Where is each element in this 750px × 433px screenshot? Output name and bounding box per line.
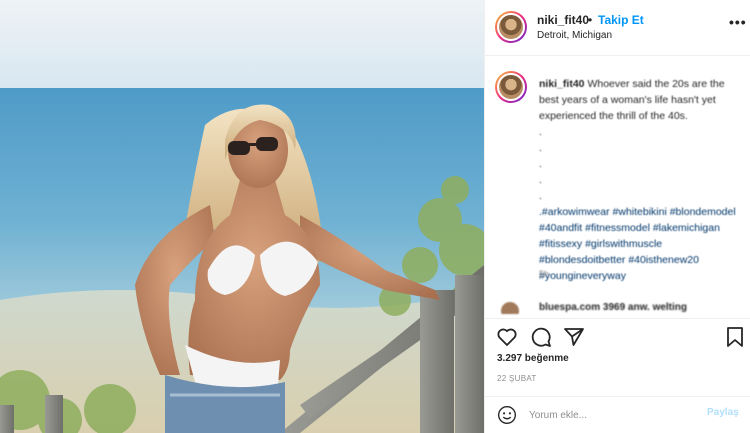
caption-dot-2: . xyxy=(539,142,542,154)
likes-count[interactable]: 3.297 beğenme xyxy=(497,353,569,364)
caption-dot-5: . xyxy=(539,190,542,202)
post-header: niki_fit40 • Takip Et Detroit, Michigan … xyxy=(485,0,750,56)
caption-dot-3: . xyxy=(539,158,542,170)
comment-avatar[interactable] xyxy=(501,302,519,314)
caption-avatar[interactable] xyxy=(495,71,527,103)
post-date[interactable]: 22 ŞUBAT xyxy=(497,374,537,383)
caption-text: niki_fit40 Whoever said the 20s are the … xyxy=(539,76,739,284)
location-link[interactable]: Detroit, Michigan xyxy=(537,30,612,41)
avatar[interactable] xyxy=(495,11,527,43)
comment-icon[interactable] xyxy=(529,325,553,349)
action-bar xyxy=(485,318,750,354)
bookmark-icon[interactable] xyxy=(723,325,747,349)
post-comment-button[interactable]: Paylaş xyxy=(707,407,739,418)
heart-icon[interactable] xyxy=(495,325,519,349)
smiley-icon[interactable] xyxy=(497,405,517,425)
follow-button[interactable]: Takip Et xyxy=(598,13,644,27)
caption-username[interactable]: niki_fit40 xyxy=(539,78,585,90)
caption-hashtags[interactable]: .#arkowimwear #whitebikini #blondemodel … xyxy=(539,204,739,284)
username-link[interactable]: niki_fit40 xyxy=(537,13,589,27)
caption-time: 5h xyxy=(539,269,550,279)
post-side-panel: niki_fit40 • Takip Et Detroit, Michigan … xyxy=(484,0,750,433)
send-icon[interactable] xyxy=(562,325,586,349)
more-icon[interactable]: ••• xyxy=(729,14,747,30)
caption-dot-4: . xyxy=(539,174,542,186)
comments-area[interactable]: niki_fit40 Whoever said the 20s are the … xyxy=(485,57,750,319)
list-item: bluespa.com 3969 anw. welting xyxy=(495,300,745,314)
comment-text: bluespa.com 3969 anw. welting xyxy=(539,302,688,313)
comment-composer: Paylaş xyxy=(485,396,750,433)
caption-dot-1: . xyxy=(539,126,542,138)
separator-dot: • xyxy=(588,13,593,27)
comment-input[interactable] xyxy=(529,407,689,423)
post-photo[interactable] xyxy=(0,0,484,433)
